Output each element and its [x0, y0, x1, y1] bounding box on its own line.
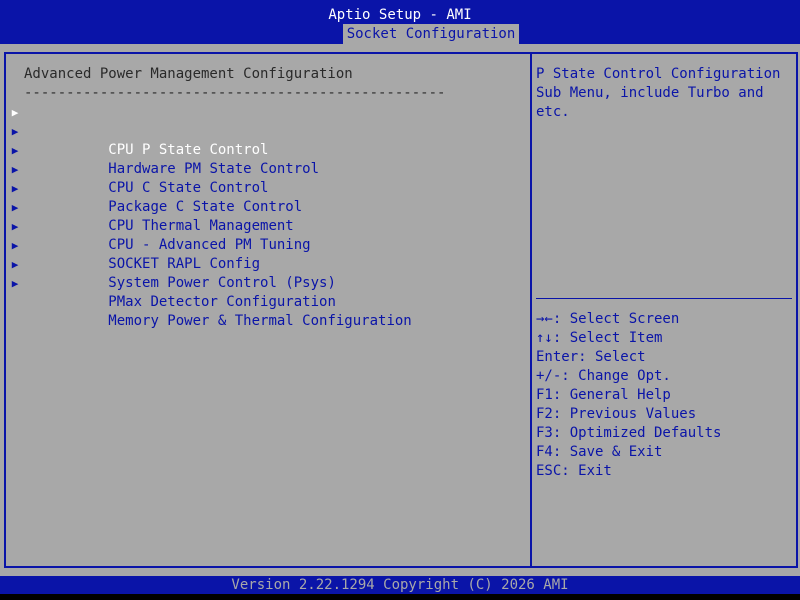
section-divider: ----------------------------------------… [24, 85, 446, 101]
main-panel: Advanced Power Management Configuration … [4, 52, 532, 568]
key-hint-enter-select: Enter: Select [536, 349, 646, 365]
section-title: Advanced Power Management Configuration [24, 66, 353, 82]
tab-socket-configuration[interactable]: Socket Configuration [343, 24, 519, 44]
key-hint-select-screen: →←: Select Screen [536, 311, 680, 327]
submenu-arrow-icon: ▶ [11, 106, 19, 119]
submenu-arrow-icon: ▶ [11, 258, 19, 271]
menu-item-label: Memory Power & Thermal Configuration [108, 313, 412, 329]
help-divider [536, 298, 792, 299]
key-hint-select-item: ↑↓: Select Item [536, 330, 663, 346]
menu-list: ▶ CPU P State Control ▶ Hardware PM Stat… [6, 103, 412, 329]
bios-setup-screen: Aptio Setup - AMI Socket Configuration A… [0, 0, 800, 600]
key-hint-escape-exit: ESC: Exit [536, 463, 612, 479]
submenu-arrow-icon: ▶ [11, 182, 19, 195]
menu-item-cpu-advanced-pm-tuning[interactable]: ▶ CPU - Advanced PM Tuning [6, 198, 412, 253]
submenu-arrow-icon: ▶ [11, 220, 19, 233]
footer-bar: Version 2.22.1294 Copyright (C) 2026 AMI [0, 576, 800, 594]
help-description: P State Control Configuration Sub Menu, … [536, 66, 789, 120]
menu-item-cpu-c-state-control[interactable]: ▶ CPU C State Control [6, 141, 412, 196]
submenu-arrow-icon: ▶ [11, 125, 19, 138]
body-area: Advanced Power Management Configuration … [0, 44, 800, 576]
submenu-arrow-icon: ▶ [11, 239, 19, 252]
menu-item-package-c-state-control[interactable]: ▶ Package C State Control [6, 160, 412, 215]
menu-item-memory-power-thermal-configuration[interactable]: ▶ Memory Power & Thermal Configuration [6, 274, 412, 329]
menu-item-cpu-p-state-control[interactable]: ▶ CPU P State Control [6, 103, 412, 158]
submenu-arrow-icon: ▶ [11, 277, 19, 290]
submenu-arrow-icon: ▶ [11, 201, 19, 214]
menu-item-label: PMax Detector Configuration [108, 294, 336, 310]
menu-item-socket-rapl-config[interactable]: ▶ SOCKET RAPL Config [6, 217, 412, 272]
submenu-arrow-icon: ▶ [11, 144, 19, 157]
menu-item-cpu-thermal-management[interactable]: ▶ CPU Thermal Management [6, 179, 412, 234]
header-bar: Aptio Setup - AMI Socket Configuration [0, 0, 800, 44]
version-copyright: Version 2.22.1294 Copyright (C) 2026 AMI [231, 577, 569, 593]
submenu-arrow-icon: ▶ [11, 163, 19, 176]
menu-item-pmax-detector-configuration[interactable]: ▶ PMax Detector Configuration [6, 255, 412, 310]
key-hint-optimized-defaults: F3: Optimized Defaults [536, 425, 722, 441]
key-hint-general-help: F1: General Help [536, 387, 671, 403]
help-panel: P State Control Configuration Sub Menu, … [530, 52, 798, 568]
menu-item-system-power-control[interactable]: ▶ System Power Control (Psys) [6, 236, 412, 291]
key-hint-previous-values: F2: Previous Values [536, 406, 697, 422]
key-legend: →←: Select Screen ↑↓: Select Item Enter:… [536, 310, 721, 481]
app-title: Aptio Setup - AMI [328, 7, 472, 23]
menu-item-hardware-pm-state-control[interactable]: ▶ Hardware PM State Control [6, 122, 412, 177]
key-hint-change-option: +/-: Change Opt. [536, 368, 671, 384]
key-hint-save-exit: F4: Save & Exit [536, 444, 663, 460]
